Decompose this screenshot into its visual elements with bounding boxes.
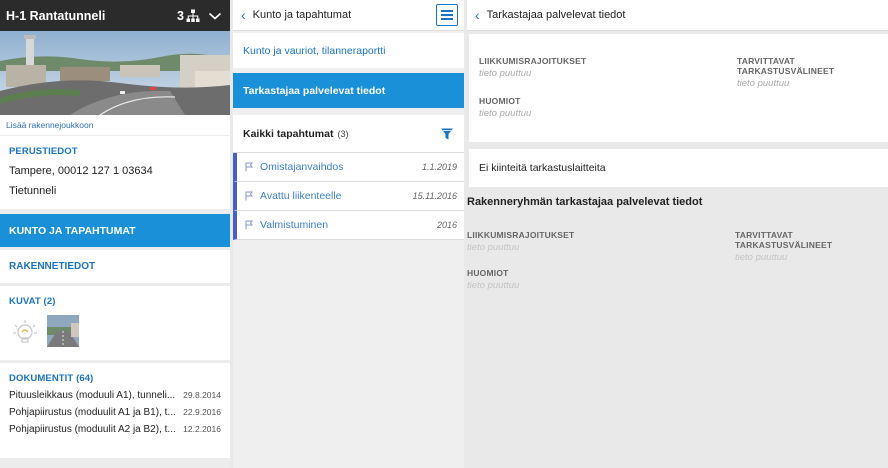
- events-label: Kaikki tapahtumat: [243, 127, 334, 140]
- inspector-info-header: ‹ Tarkastajaa palvelevat tiedot: [467, 0, 888, 31]
- inspector-info-panel: ‹ Tarkastajaa palvelevat tiedot LIIKKUMI…: [467, 0, 888, 468]
- condition-report-link[interactable]: Kunto ja vauriot, tilanneraportti: [233, 33, 464, 68]
- group-required-tools-value: tieto puuttuu: [735, 252, 788, 263]
- movement-restrictions-value: tieto puuttuu: [479, 68, 532, 79]
- structure-header: H-1 Rantatunneli 3: [0, 0, 230, 31]
- events-header: Kaikki tapahtumat (3): [233, 115, 464, 153]
- basic-info-card: PERUSTIEDOT Tampere, 00012 127 1 03634 T…: [0, 136, 230, 209]
- condition-events-header: ‹ Kunto ja tapahtumat: [233, 0, 464, 31]
- placeholder-image-icon[interactable]: [9, 315, 41, 347]
- inspector-info-link[interactable]: Tarkastajaa palvelevat tiedot: [233, 73, 464, 108]
- document-date: 12.2.2016: [183, 424, 221, 434]
- event-item[interactable]: Omistajanvaihdos 1.1.2019: [233, 153, 464, 182]
- documents-heading[interactable]: DOKUMENTIT (64): [9, 373, 221, 384]
- group-inspector-title: Rakenneryhmän tarkastajaa palvelevat tie…: [467, 196, 703, 208]
- required-tools-value: tieto puuttuu: [737, 78, 790, 89]
- basic-info-type: Tietunneli: [9, 185, 57, 197]
- movement-restrictions-label: LIIKKUMISRAJOITUKSET: [479, 56, 587, 66]
- document-title[interactable]: Pituusleikkaus (moduuli A1), tunneli...: [9, 390, 175, 401]
- event-item[interactable]: Valmistuminen 2016: [233, 211, 464, 240]
- event-name[interactable]: Omistajanvaihdos: [260, 161, 422, 173]
- nav-structure-data[interactable]: RAKENNETIEDOT: [0, 250, 230, 283]
- document-item[interactable]: Pituusleikkaus (moduuli A1), tunneli... …: [9, 390, 221, 401]
- structure-sidebar: H-1 Rantatunneli 3 Lisää rakennejoukkoon…: [0, 0, 230, 468]
- tunnel-photo-thumbnail[interactable]: [47, 315, 79, 347]
- nav-condition-events[interactable]: KUNTO JA TAPAHTUMAT: [0, 214, 230, 247]
- flag-icon: [245, 191, 253, 201]
- chevron-down-icon[interactable]: [208, 11, 222, 21]
- events-count: (3): [337, 128, 349, 139]
- flag-icon: [245, 220, 253, 230]
- document-title[interactable]: Pohjapiirustus (moduulit A1 ja B1), t...: [9, 407, 176, 418]
- condition-events-title: Kunto ja tapahtumat: [252, 9, 352, 21]
- add-to-group-link[interactable]: Lisää rakennejoukkoon: [0, 115, 230, 135]
- notes-value: tieto puuttuu: [479, 108, 532, 119]
- event-date: 1.1.2019: [421, 162, 457, 172]
- inspector-fields-card: LIIKKUMISRAJOITUKSET tieto puuttuu TARVI…: [469, 34, 888, 142]
- event-item[interactable]: Avattu liikenteelle 15.11.2016: [233, 182, 464, 211]
- images-heading[interactable]: KUVAT (2): [9, 296, 221, 307]
- menu-icon[interactable]: [436, 4, 458, 26]
- group-required-tools-label: TARVITTAVAT TARKASTUSVÄLINEET: [735, 230, 833, 250]
- required-tools-label: TARVITTAVAT TARKASTUSVÄLINEET: [737, 56, 835, 76]
- event-name[interactable]: Valmistuminen: [260, 219, 437, 231]
- back-arrow-icon[interactable]: ‹: [241, 8, 246, 22]
- event-date: 2016: [436, 220, 457, 230]
- structure-title: H-1 Rantatunneli: [6, 8, 106, 23]
- group-movement-restrictions-label: LIIKKUMISRAJOITUKSET: [467, 230, 575, 240]
- inspector-info-title: Tarkastajaa palvelevat tiedot: [486, 9, 626, 21]
- back-arrow-icon[interactable]: ‹: [475, 8, 480, 22]
- flag-icon: [245, 162, 253, 172]
- structure-photo[interactable]: [0, 31, 230, 115]
- documents-card: DOKUMENTIT (64) Pituusleikkaus (moduuli …: [0, 363, 230, 458]
- basic-info-location: Tampere, 00012 127 1 03634: [9, 165, 153, 177]
- group-notes-value: tieto puuttuu: [467, 280, 520, 291]
- condition-events-panel: ‹ Kunto ja tapahtumat Kunto ja vauriot, …: [233, 0, 464, 468]
- document-item[interactable]: Pohjapiirustus (moduulit A1 ja B1), t...…: [9, 407, 221, 418]
- document-date: 29.8.2014: [183, 390, 221, 400]
- event-name[interactable]: Avattu liikenteelle: [260, 190, 413, 202]
- images-card: KUVAT (2): [0, 286, 230, 360]
- no-fixed-devices-text: Ei kiinteitä tarkastuslaitteita: [469, 149, 888, 187]
- event-date: 15.11.2016: [412, 191, 457, 201]
- document-item[interactable]: Pohjapiirustus (moduulit A2 ja B2), t...…: [9, 424, 221, 435]
- hierarchy-icon[interactable]: [186, 9, 200, 23]
- group-inspector-fields: LIIKKUMISRAJOITUKSET tieto puuttuu TARVI…: [467, 208, 888, 291]
- filter-icon[interactable]: [440, 127, 454, 141]
- basic-info-heading: PERUSTIEDOT: [9, 146, 78, 157]
- notes-label: HUOMIOT: [479, 96, 521, 106]
- document-title[interactable]: Pohjapiirustus (moduulit A2 ja B2), t...: [9, 424, 176, 435]
- group-notes-label: HUOMIOT: [467, 268, 509, 278]
- structure-count: 3: [177, 8, 184, 23]
- group-movement-restrictions-value: tieto puuttuu: [467, 242, 520, 253]
- document-date: 22.9.2016: [183, 407, 221, 417]
